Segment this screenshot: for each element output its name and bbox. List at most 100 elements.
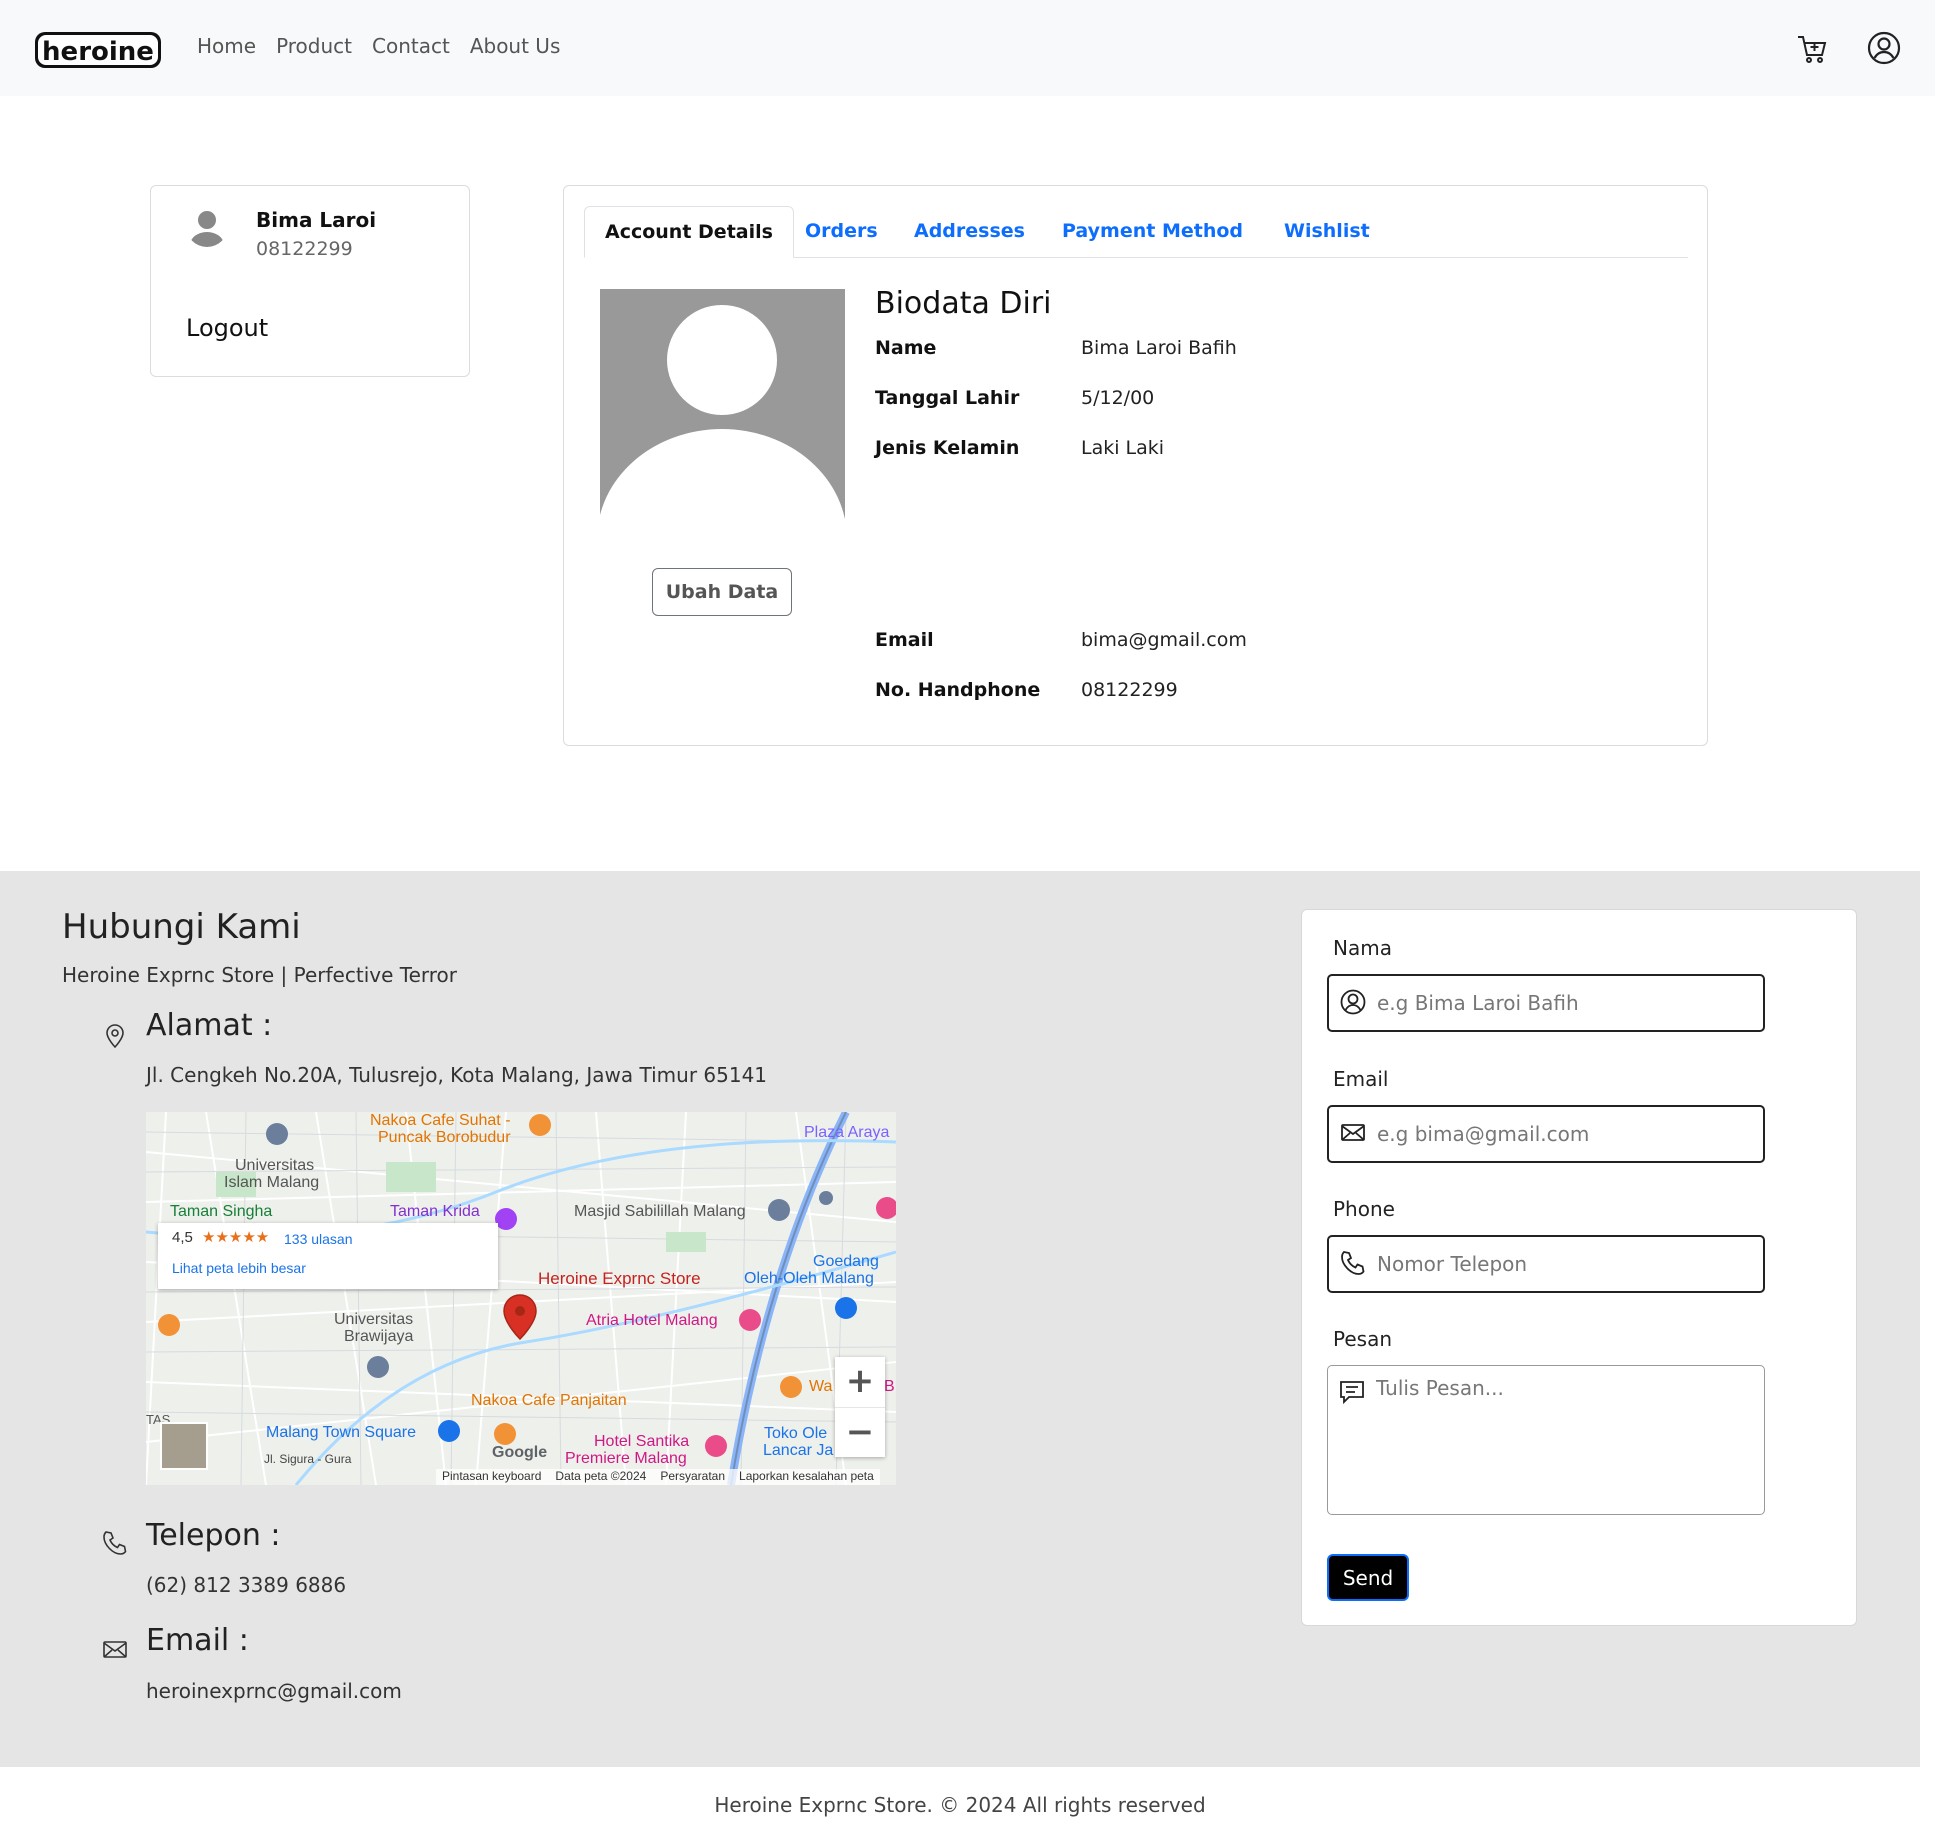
phone-text: (62) 812 3389 6886 [146, 1573, 347, 1597]
map-place-label: Masjid Sabilillah Malang [574, 1203, 746, 1220]
map-place-label: Plaza Araya [804, 1124, 890, 1141]
map-place-label: Brawijaya [344, 1328, 414, 1345]
map-place-label: Toko Ole [764, 1425, 828, 1442]
phone-heading: Telepon : [146, 1518, 281, 1553]
map-place-label: Oleh-Oleh Malang [744, 1270, 874, 1287]
envelope-icon [1341, 1124, 1365, 1141]
bio-value-phone: 08122299 [1081, 679, 1178, 701]
chat-icon [1340, 1381, 1364, 1405]
bio-label-email: Email [875, 629, 934, 651]
map-footer: Pintasan keyboard Data peta ©2024 Persya… [436, 1469, 880, 1485]
default-avatar-icon [600, 305, 845, 534]
map-place-label: Wa [809, 1378, 833, 1395]
rating-stars-icon: ★★★★★ [202, 1228, 270, 1246]
email-heading: Email : [146, 1623, 249, 1658]
map-place-label: Hotel Santika [594, 1433, 690, 1450]
map-place-label: Universitas [334, 1311, 414, 1328]
profile-phone: 08122299 [256, 238, 353, 260]
profile-name: Bima Laroi [256, 208, 377, 232]
address-text: Jl. Cengkeh No.20A, Tulusrejo, Kota Mala… [146, 1063, 768, 1087]
phone-label: Phone [1333, 1197, 1395, 1221]
map-footer-shortcuts[interactable]: Pintasan keyboard [442, 1469, 541, 1485]
address-heading: Alamat : [146, 1008, 273, 1043]
map-place-label: Malang Town Square [266, 1424, 417, 1441]
map-place-label: Premiere Malang [565, 1450, 687, 1467]
map-zoom-controls: + − [835, 1357, 885, 1457]
map-place-label: Taman Singha [170, 1203, 273, 1220]
tab-payment-method[interactable]: Payment Method [1062, 206, 1243, 258]
bio-value-name: Bima Laroi Bafih [1081, 337, 1237, 359]
contact-section: Hubungi Kami Heroine Exprnc Store | Perf… [0, 871, 1920, 1767]
message-label: Pesan [1333, 1327, 1393, 1351]
bio-label-phone: No. Handphone [875, 679, 1041, 701]
nav-link-product[interactable]: Product [276, 34, 352, 58]
avatar-icon [186, 205, 228, 247]
user-circle-icon [1340, 989, 1366, 1015]
name-label: Nama [1333, 936, 1392, 960]
view-larger-map-link[interactable]: Lihat peta lebih besar [172, 1260, 306, 1276]
user-icon[interactable] [1867, 31, 1901, 65]
footer-copyright: Heroine Exprnc Store. © 2024 All rights … [714, 1793, 1206, 1817]
phone-input[interactable] [1377, 1237, 1757, 1291]
google-map[interactable]: Nakoa Cafe Suhat - Puncak Borobudur Plaz… [146, 1112, 896, 1485]
logo-text: heroine [42, 37, 154, 67]
map-place-label: Taman Krida [390, 1203, 480, 1220]
bio-label-gender: Jenis Kelamin [875, 437, 1020, 459]
navbar: heroine Home Product Contact About Us [0, 0, 1935, 96]
tab-wishlist[interactable]: Wishlist [1284, 206, 1370, 258]
zoom-in-button[interactable]: + [835, 1357, 885, 1407]
phone-field [1327, 1235, 1765, 1293]
contact-title: Hubungi Kami [62, 907, 301, 947]
email-field [1327, 1105, 1765, 1163]
zoom-out-button[interactable]: − [835, 1407, 885, 1457]
bio-value-birthdate: 5/12/00 [1081, 387, 1155, 409]
tab-orders[interactable]: Orders [805, 206, 878, 258]
map-footer-data: Data peta ©2024 [555, 1469, 647, 1483]
message-field [1327, 1365, 1765, 1515]
name-field [1327, 974, 1765, 1032]
edit-profile-button[interactable]: Ubah Data [652, 568, 792, 616]
profile-card: Bima Laroi 08122299 Logout [150, 185, 470, 377]
email-input[interactable] [1377, 1107, 1757, 1161]
contact-form: Nama Email Phone Pesan [1301, 909, 1857, 1626]
send-button[interactable]: Send [1327, 1554, 1409, 1601]
map-place-label: Islam Malang [224, 1174, 320, 1191]
envelope-icon [103, 1641, 127, 1658]
map-place-label: Universitas [235, 1157, 315, 1174]
tab-account-details[interactable]: Account Details [584, 206, 794, 258]
map-place-label: Goedang [813, 1253, 879, 1270]
account-tabs: Account Details Orders Addresses Payment… [584, 206, 1688, 258]
nav-link-about[interactable]: About Us [470, 34, 561, 58]
map-footer-terms[interactable]: Persyaratan [660, 1469, 725, 1485]
name-input[interactable] [1377, 976, 1757, 1030]
bio-label-name: Name [875, 337, 937, 359]
biodata-title: Biodata Diri [875, 286, 1052, 321]
phone-icon [1341, 1251, 1365, 1275]
account-details-card: Account Details Orders Addresses Payment… [563, 185, 1708, 746]
map-place-label: Nakoa Cafe Suhat - [370, 1112, 511, 1129]
bio-label-birthdate: Tanggal Lahir [875, 387, 1020, 409]
cart-icon[interactable] [1796, 33, 1828, 65]
map-reviews-link[interactable]: 133 ulasan [284, 1231, 353, 1247]
nav-links: Home Product Contact About Us [197, 34, 560, 58]
profile-photo [600, 289, 845, 534]
phone-icon [103, 1531, 127, 1555]
map-street-label: Jl. Sigura - Gura [264, 1452, 352, 1466]
nav-link-home[interactable]: Home [197, 34, 256, 58]
map-layer-toggle[interactable] [160, 1422, 208, 1470]
map-footer-report[interactable]: Laporkan kesalahan peta [739, 1469, 874, 1485]
location-pin-icon [106, 1024, 124, 1049]
email-text: heroinexprnc@gmail.com [146, 1679, 402, 1703]
brand-logo[interactable]: heroine [33, 26, 164, 72]
logout-link[interactable]: Logout [186, 314, 268, 342]
message-input[interactable] [1376, 1376, 1756, 1506]
map-pin-label: Heroine Exprnc Store [538, 1269, 701, 1288]
bio-value-email: bima@gmail.com [1081, 629, 1247, 651]
bio-value-gender: Laki Laki [1081, 437, 1165, 459]
map-place-label: Lancar Ja [763, 1442, 834, 1459]
map-place-label: Puncak Borobudur [378, 1129, 511, 1146]
nav-link-contact[interactable]: Contact [372, 34, 450, 58]
tab-addresses[interactable]: Addresses [914, 206, 1025, 258]
email-label: Email [1333, 1067, 1389, 1091]
contact-subtitle: Heroine Exprnc Store | Perfective Terror [62, 963, 457, 987]
